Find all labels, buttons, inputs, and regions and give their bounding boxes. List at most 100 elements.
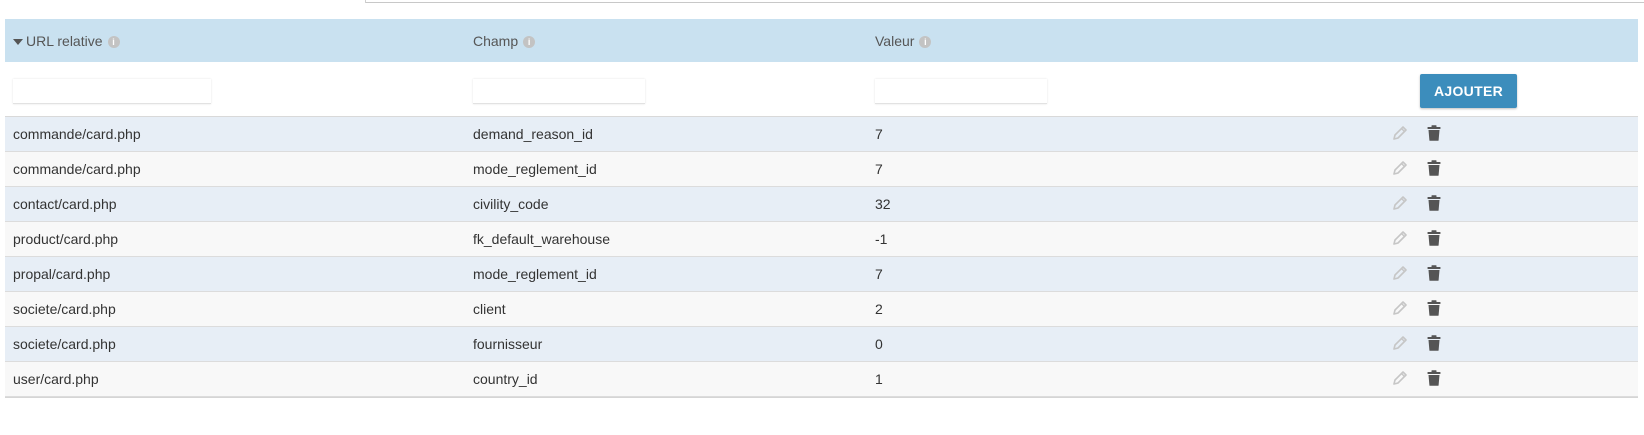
column-header-field[interactable]: Champ i [465,19,867,62]
pencil-icon[interactable] [1391,159,1409,180]
field-text: fk_default_warehouse [473,231,610,247]
table-row: product/card.php fk_default_warehouse -1 [5,221,1638,257]
actions-cell [1377,326,1638,362]
top-tab-strip [0,0,1644,4]
column-header-url-label: URL relative [26,32,103,49]
url-cell: contact/card.php [5,186,465,222]
value-cell: -1 [867,221,1377,257]
url-text: product/card.php [13,231,119,247]
actions-cell [1377,116,1638,152]
trash-icon[interactable] [1427,229,1441,249]
url-text: propal/card.php [13,266,111,282]
url-cell: societe/card.php [5,326,465,362]
value-text: 7 [875,126,883,142]
pencil-icon[interactable] [1391,334,1409,355]
column-header-actions [1377,19,1638,62]
add-button[interactable]: AJOUTER [1420,74,1517,108]
field-cell: country_id [465,361,867,397]
value-text: 0 [875,336,883,352]
field-cell: fk_default_warehouse [465,221,867,257]
field-cell: mode_reglement_id [465,256,867,292]
trash-icon[interactable] [1427,264,1441,284]
info-icon: i [523,35,536,48]
table-row: commande/card.php demand_reason_id 7 [5,116,1638,152]
table-row: societe/card.php fournisseur 0 [5,326,1638,362]
url-cell: societe/card.php [5,291,465,327]
value-cell: 2 [867,291,1377,327]
pencil-icon[interactable] [1391,229,1409,250]
actions-cell [1377,291,1638,327]
info-icon: i [107,35,120,48]
trash-icon[interactable] [1427,299,1441,319]
field-cell: civility_code [465,186,867,222]
trash-icon[interactable] [1427,124,1441,144]
pencil-icon[interactable] [1391,194,1409,215]
url-text: commande/card.php [13,161,141,177]
pencil-icon[interactable] [1391,124,1409,145]
table-row: user/card.php country_id 1 [5,361,1638,397]
field-text: civility_code [473,196,549,212]
actions-cell [1377,151,1638,187]
value-cell: 7 [867,151,1377,187]
trash-icon[interactable] [1427,194,1441,214]
pencil-icon[interactable] [1391,369,1409,390]
url-text: contact/card.php [13,196,117,212]
add-row: AJOUTER [5,62,1638,117]
value-text: 32 [875,196,891,212]
column-header-value-label: Valeur [875,32,915,49]
field-text: client [473,301,506,317]
pencil-icon[interactable] [1391,299,1409,320]
trash-icon[interactable] [1427,369,1441,389]
actions-cell [1377,256,1638,292]
field-cell: fournisseur [465,326,867,362]
header-row: URL relative i Champ i Valeur i [5,19,1638,62]
column-header-value[interactable]: Valeur i [867,19,1377,62]
value-text: 7 [875,266,883,282]
field-input[interactable] [473,78,645,104]
field-text: country_id [473,371,538,387]
field-cell: client [465,291,867,327]
url-cell: propal/card.php [5,256,465,292]
value-text: 2 [875,301,883,317]
field-text: mode_reglement_id [473,161,597,177]
value-cell: 32 [867,186,1377,222]
table-row: commande/card.php mode_reglement_id 7 [5,151,1638,187]
url-cell: commande/card.php [5,116,465,152]
field-cell: demand_reason_id [465,116,867,152]
field-text: mode_reglement_id [473,266,597,282]
url-text: societe/card.php [13,336,116,352]
url-text: commande/card.php [13,126,141,142]
column-header-field-label: Champ [473,32,519,49]
column-header-url[interactable]: URL relative i [5,19,465,62]
url-cell: commande/card.php [5,151,465,187]
pencil-icon[interactable] [1391,264,1409,285]
tab-baseline [366,2,1644,3]
caret-down-icon[interactable] [13,38,23,45]
field-text: demand_reason_id [473,126,593,142]
table-row: contact/card.php civility_code 32 [5,186,1638,222]
table-row: propal/card.php mode_reglement_id 7 [5,256,1638,292]
actions-cell [1377,221,1638,257]
trash-icon[interactable] [1427,159,1441,179]
tab-edge [5,0,366,3]
trash-icon[interactable] [1427,334,1441,354]
value-input[interactable] [875,78,1047,104]
value-text: -1 [875,231,888,247]
value-cell: 7 [867,116,1377,152]
value-text: 1 [875,371,883,387]
actions-cell [1377,361,1638,397]
field-text: fournisseur [473,336,543,352]
actions-cell [1377,186,1638,222]
default-values-table: URL relative i Champ i Valeur i AJOUTER com… [5,19,1638,398]
table-row: societe/card.php client 2 [5,291,1638,327]
value-cell: 1 [867,361,1377,397]
url-cell: user/card.php [5,361,465,397]
value-cell: 0 [867,326,1377,362]
url-text: user/card.php [13,371,99,387]
field-cell: mode_reglement_id [465,151,867,187]
info-icon: i [919,35,932,48]
url-input[interactable] [13,78,211,104]
value-text: 7 [875,161,883,177]
url-text: societe/card.php [13,301,116,317]
value-cell: 7 [867,256,1377,292]
